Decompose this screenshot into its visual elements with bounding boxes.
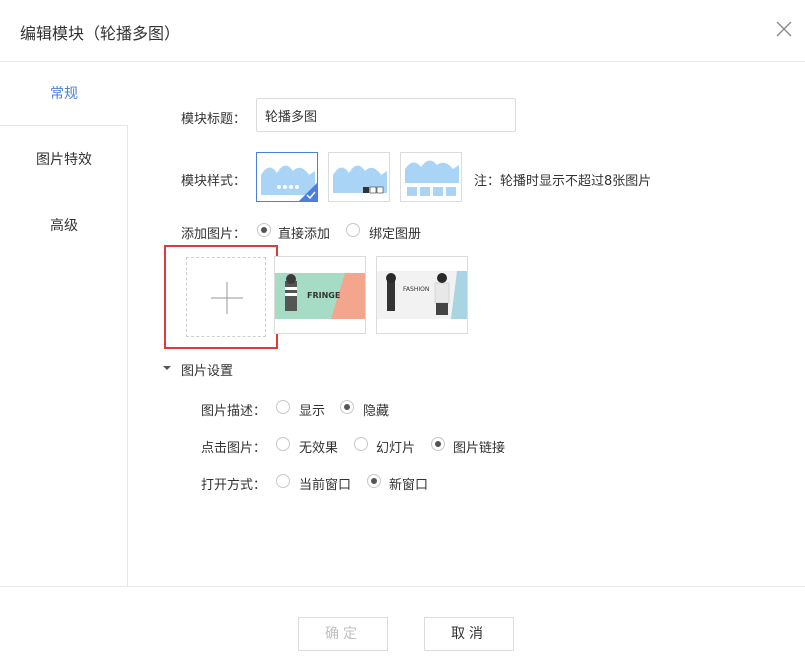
fashion-banner-image: FASHION	[377, 271, 467, 319]
picture-thumbnail[interactable]: FRINGE	[274, 256, 366, 334]
style-note: 注：轮播时显示不超过8张图片	[474, 174, 652, 189]
close-icon[interactable]	[775, 20, 793, 38]
sidebar-item-picture-effects[interactable]: 图片特效	[0, 128, 128, 192]
upload-highlight	[164, 245, 278, 349]
module-title-input[interactable]	[256, 98, 516, 132]
sidebar-item-general[interactable]: 常规	[0, 62, 128, 126]
open-mode-label: 打开方式：	[201, 478, 267, 493]
fashion-caption: FASHION	[403, 286, 429, 293]
style-option-numbers[interactable]	[328, 152, 390, 202]
style-option-thumbnails[interactable]	[400, 152, 462, 202]
carousel-numbers-style-icon	[333, 165, 387, 194]
check-icon	[306, 191, 316, 200]
picture-settings-label[interactable]: 图片设置	[181, 360, 233, 379]
click-picture-label: 点击图片：	[201, 441, 267, 456]
open-new-label: 新窗口	[389, 478, 429, 493]
desc-hide-label: 隐藏	[363, 404, 390, 419]
plus-icon	[211, 282, 243, 314]
sidebar: 常规 图片特效 高级	[0, 62, 128, 586]
content-panel: 模块标题： 模块样式：	[128, 62, 805, 586]
confirm-button[interactable]: 确定	[298, 617, 388, 651]
click-link-label: 图片链接	[453, 441, 506, 456]
radio-open-new[interactable]	[367, 474, 381, 488]
sidebar-item-advanced[interactable]: 高级	[0, 194, 128, 258]
picture-thumbnail[interactable]: FASHION	[376, 256, 468, 334]
radio-click-link[interactable]	[431, 437, 445, 451]
radio-click-none[interactable]	[276, 437, 290, 451]
radio-desc-show[interactable]	[276, 400, 290, 414]
add-picture-button[interactable]	[186, 257, 266, 337]
style-option-dots[interactable]	[256, 152, 318, 202]
direct-add-label: 直接添加	[278, 227, 331, 242]
add-picture-label: 添加图片：	[181, 227, 247, 242]
picture-desc-label: 图片描述：	[201, 404, 267, 419]
module-style-label: 模块样式：	[181, 174, 247, 189]
radio-open-current[interactable]	[276, 474, 290, 488]
radio-direct-add[interactable]	[257, 223, 271, 237]
dialog-header: 编辑模块（轮播多图）	[0, 0, 805, 62]
open-current-label: 当前窗口	[299, 478, 352, 493]
caret-down-icon[interactable]	[163, 364, 171, 372]
radio-bind-album[interactable]	[346, 223, 360, 237]
edit-module-dialog: 编辑模块（轮播多图） 常规 图片特效 高级 模块标题： 模块样式：	[0, 0, 805, 662]
desc-show-label: 显示	[299, 404, 326, 419]
cancel-button[interactable]: 取消	[424, 617, 514, 651]
radio-desc-hide[interactable]	[340, 400, 354, 414]
fringe-banner-image: FRINGE	[275, 273, 365, 319]
radio-click-slideshow[interactable]	[354, 437, 368, 451]
bind-album-label: 绑定图册	[369, 227, 422, 242]
dialog-title: 编辑模块（轮播多图）	[20, 24, 181, 43]
carousel-thumbnails-style-icon	[405, 160, 459, 196]
click-none-label: 无效果	[299, 441, 339, 456]
click-slideshow-label: 幻灯片	[376, 441, 416, 456]
fringe-caption: FRINGE	[307, 291, 340, 300]
dialog-footer: 确定 取消	[0, 586, 805, 662]
module-title-label: 模块标题：	[181, 112, 247, 127]
